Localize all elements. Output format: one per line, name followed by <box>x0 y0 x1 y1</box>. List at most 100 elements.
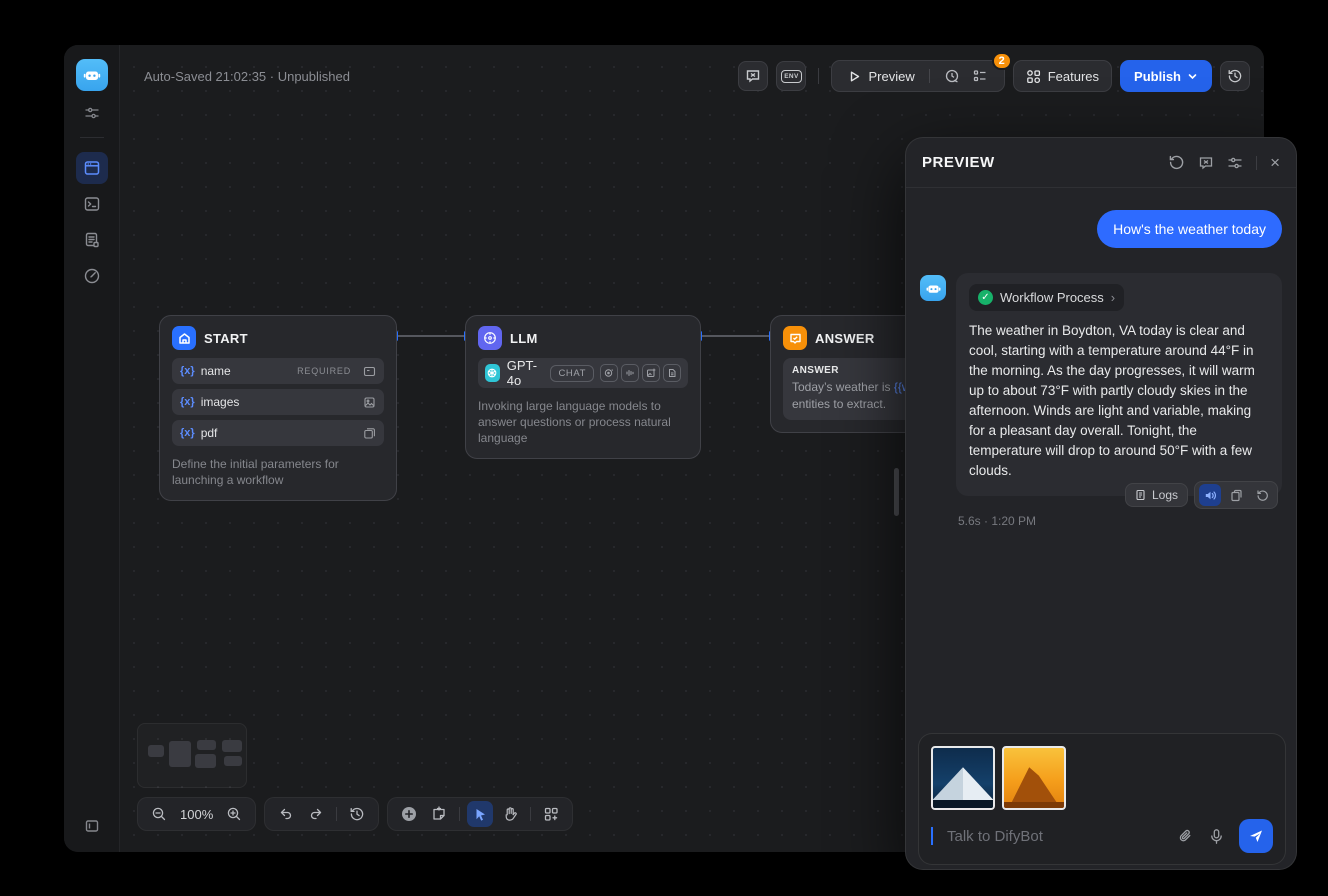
pointer-icon <box>473 807 488 822</box>
version-history-button[interactable] <box>1220 61 1250 91</box>
app-avatar[interactable] <box>76 59 108 91</box>
zoom-level[interactable]: 100% <box>176 807 217 822</box>
start-field-images[interactable]: {x} images <box>172 389 384 415</box>
checklist-button[interactable] <box>966 68 994 84</box>
sidebar-item-monitoring[interactable] <box>76 260 108 292</box>
copy-button[interactable] <box>1225 484 1247 506</box>
node-title: ANSWER <box>815 331 875 346</box>
chevron-down-icon <box>1187 71 1198 82</box>
text-field-icon <box>363 365 376 378</box>
success-check-icon: ✓ <box>978 290 993 305</box>
robot-icon <box>82 65 102 85</box>
terminal-icon <box>83 195 101 213</box>
minimap-node <box>195 754 216 768</box>
clock-run-icon <box>944 68 960 84</box>
send-button[interactable] <box>1239 819 1273 853</box>
preview-run-label: Preview <box>868 69 914 84</box>
features-icon <box>1026 69 1041 84</box>
attach-file-button[interactable] <box>1177 828 1194 845</box>
bot-answer-text: The weather in Boydton, VA today is clea… <box>969 321 1269 481</box>
logs-button[interactable]: Logs <box>1125 483 1188 507</box>
audio-icon <box>621 364 639 382</box>
vision-icon <box>600 364 618 382</box>
change-history-button[interactable] <box>344 801 370 827</box>
app-settings-button[interactable] <box>84 105 100 121</box>
toolbar-divider <box>530 807 531 821</box>
collapse-sidebar-button[interactable] <box>84 818 100 834</box>
annotation-icon[interactable] <box>1198 155 1214 171</box>
message-action-group <box>1194 481 1278 509</box>
restart-conversation-button[interactable] <box>1168 154 1185 171</box>
close-icon[interactable]: × <box>1270 154 1280 171</box>
auto-layout-button[interactable] <box>538 801 564 827</box>
workflow-process-toggle[interactable]: ✓ Workflow Process › <box>969 284 1124 311</box>
checklist-icon <box>972 68 988 84</box>
hand-mode-button[interactable] <box>497 801 523 827</box>
canvas-minimap[interactable] <box>137 723 247 788</box>
canvas-toolbar: 100% <box>137 797 573 831</box>
variable-icon: {x} <box>180 365 195 377</box>
logs-label: Logs <box>1152 488 1178 502</box>
toolbar-divider <box>459 807 460 821</box>
logs-icon <box>1135 489 1147 501</box>
preview-settings-icon[interactable] <box>1227 155 1243 171</box>
preview-header: PREVIEW × <box>906 138 1296 188</box>
robot-icon <box>925 280 942 297</box>
env-button[interactable]: ENV <box>776 61 806 91</box>
llm-model-selector[interactable]: GPT-4o CHAT <box>478 358 688 388</box>
topbar-divider <box>818 68 819 84</box>
send-icon <box>1248 828 1264 844</box>
microphone-button[interactable] <box>1208 828 1225 845</box>
publish-button[interactable]: Publish <box>1120 60 1212 92</box>
sidebar-item-logs[interactable] <box>76 224 108 256</box>
add-node-icon <box>400 805 418 823</box>
redo-button[interactable] <box>303 801 329 827</box>
topbar-actions: ENV Preview 2 Features <box>738 60 1250 92</box>
node-llm[interactable]: LLM GPT-4o CHAT Invoking large language … <box>465 315 701 459</box>
run-history-button[interactable] <box>938 68 966 84</box>
speaker-button[interactable] <box>1199 484 1221 506</box>
attached-images <box>931 746 1273 810</box>
node-description: Invoking large language models to answer… <box>478 398 688 446</box>
llm-icon <box>478 326 502 350</box>
top-bar: Auto-Saved 21:02:35 · Unpublished ENV Pr… <box>120 45 1264 107</box>
node-description: Define the initial parameters for launch… <box>172 456 384 488</box>
bot-avatar <box>920 275 946 301</box>
zoom-out-button[interactable] <box>146 801 172 827</box>
image-generation-icon <box>642 364 660 382</box>
history-icon <box>349 806 365 822</box>
annotation-icon <box>745 68 761 84</box>
sidebar <box>64 45 120 852</box>
chat-input-row <box>931 818 1273 854</box>
image-field-icon <box>363 396 376 409</box>
node-title: LLM <box>510 331 538 346</box>
node-start[interactable]: START {x} name REQUIRED {x} images {x} p… <box>159 315 397 501</box>
edge-start-llm[interactable] <box>397 335 465 337</box>
add-note-button[interactable] <box>426 801 452 827</box>
chat-input-box <box>918 733 1286 865</box>
attachment-thumbnail-mountain-blue[interactable] <box>931 746 995 810</box>
start-field-pdf[interactable]: {x} pdf <box>172 420 384 446</box>
chat-input[interactable] <box>947 828 1163 845</box>
attachment-thumbnail-mountain-sunset[interactable] <box>1002 746 1066 810</box>
preview-run-button[interactable]: Preview <box>842 69 920 84</box>
sidebar-item-orchestrate[interactable] <box>76 152 108 184</box>
regenerate-button[interactable] <box>1251 484 1273 506</box>
undo-button[interactable] <box>273 801 299 827</box>
variable-icon: {x} <box>180 427 195 439</box>
annotation-button[interactable] <box>738 61 768 91</box>
sidebar-item-terminal[interactable] <box>76 188 108 220</box>
zoom-out-icon <box>151 806 167 822</box>
zoom-in-button[interactable] <box>221 801 247 827</box>
start-field-name[interactable]: {x} name REQUIRED <box>172 358 384 384</box>
run-group-divider <box>929 69 930 83</box>
message-actions: Logs <box>1125 481 1278 509</box>
features-button[interactable]: Features <box>1013 60 1112 92</box>
canvas-scrollbar[interactable] <box>894 468 899 516</box>
pointer-mode-button[interactable] <box>467 801 493 827</box>
edge-llm-answer[interactable] <box>701 335 770 337</box>
add-node-button[interactable] <box>396 801 422 827</box>
note-icon <box>431 806 447 822</box>
document-icon <box>663 364 681 382</box>
text-cursor <box>931 827 933 845</box>
